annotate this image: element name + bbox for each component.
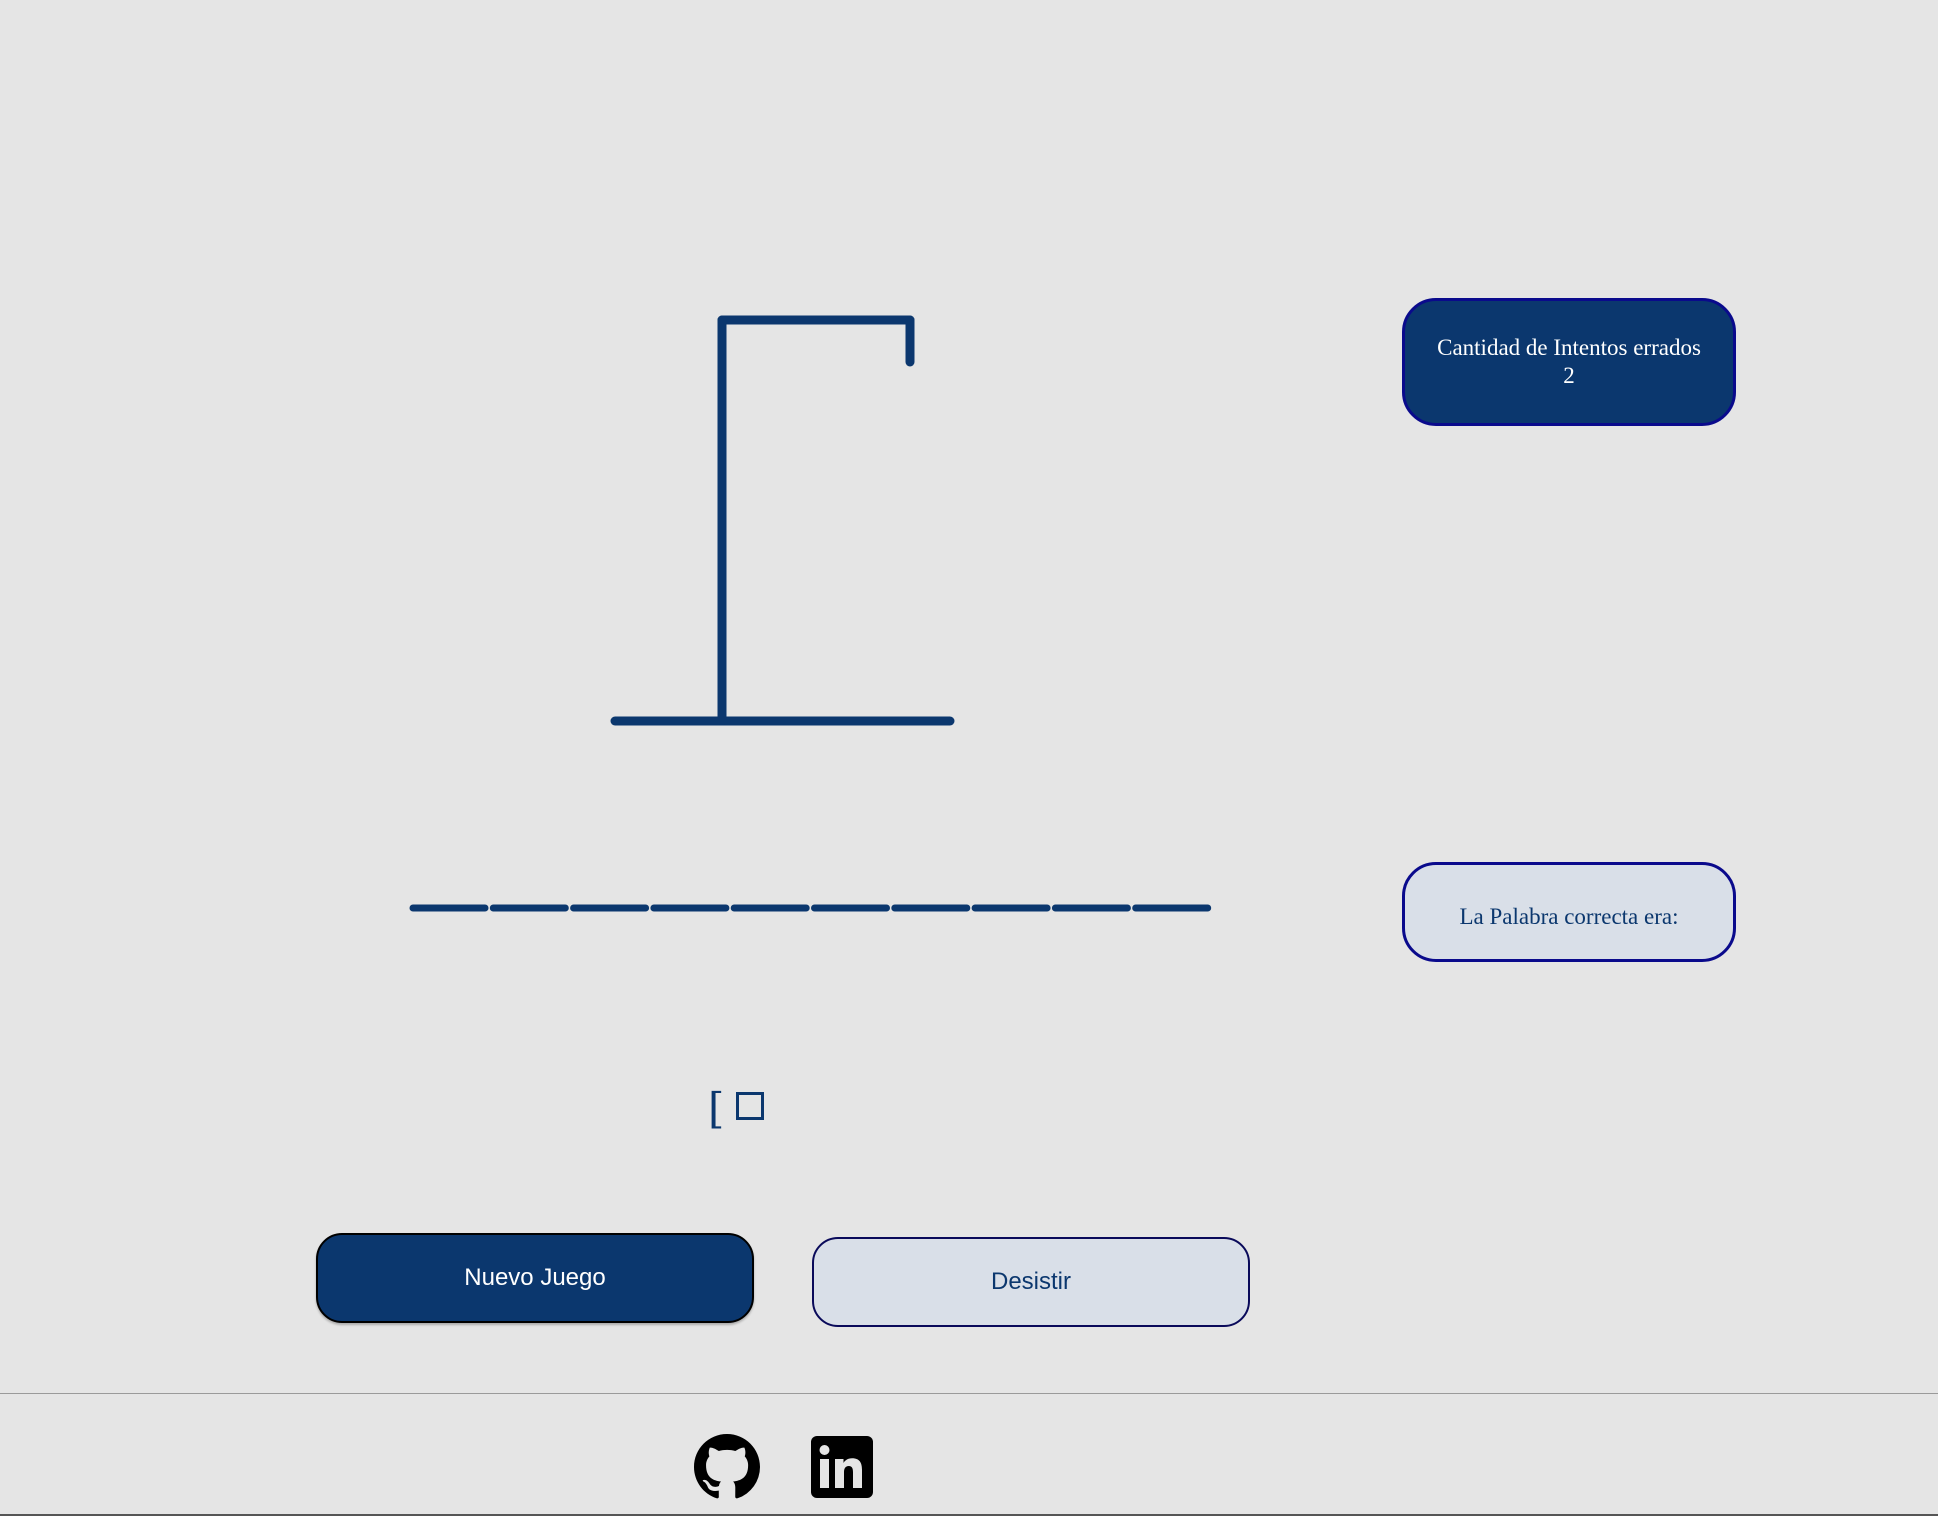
wrong-attempts-count: 2	[1563, 363, 1575, 388]
correct-word-box: La Palabra correcta era:	[1402, 862, 1736, 962]
typed-letters: [	[708, 1080, 765, 1133]
word-slots	[409, 904, 1212, 912]
wrong-attempts-box: Cantidad de Intentos errados 2	[1402, 298, 1736, 426]
typed-letter-box	[736, 1092, 765, 1120]
linkedin-link[interactable]	[811, 1436, 873, 1498]
give-up-button[interactable]: Desistir	[812, 1237, 1250, 1327]
gallows-drawing	[610, 315, 955, 726]
new-game-button[interactable]: Nuevo Juego	[316, 1233, 754, 1323]
correct-word-label: La Palabra correcta era:	[1459, 904, 1679, 929]
footer	[0, 1393, 1938, 1516]
linkedin-icon	[811, 1436, 873, 1498]
wrong-attempts-label: Cantidad de Intentos errados	[1437, 335, 1701, 360]
typed-letter: [	[708, 1084, 725, 1133]
github-icon	[694, 1434, 760, 1499]
github-link[interactable]	[694, 1434, 760, 1500]
